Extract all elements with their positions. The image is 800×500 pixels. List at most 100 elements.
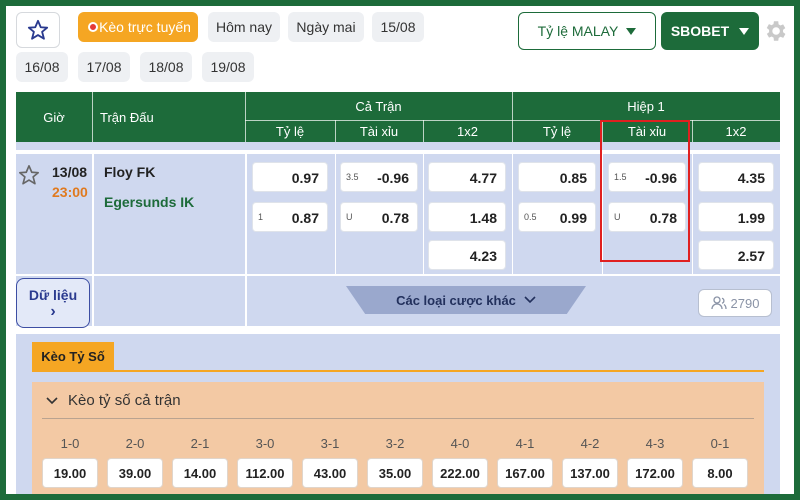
home-team[interactable]: Floy FK [104,164,155,180]
score-odds-button[interactable]: 222.00 [432,458,488,488]
chevron-right-icon: › [50,303,56,320]
score-odds-button[interactable]: 14.00 [172,458,228,488]
more-bets-label: Các loại cược khác [396,292,516,308]
divider [335,120,336,142]
odds-cell[interactable]: 1.99 [698,202,774,232]
score-label: 3-2 [385,436,405,451]
score-odds-button[interactable]: 43.00 [302,458,358,488]
live-dot-icon [88,22,98,32]
app-frame: Kèo trực tuyến Hôm nay Ngày mai 15/08 16… [6,6,794,494]
odds-cell[interactable]: 4.77 [428,162,506,192]
odds-cell[interactable]: 0.5 0.99 [518,202,596,232]
favorite-match-star-icon[interactable] [18,164,40,186]
date-tab-label: 15/08 [380,19,416,35]
date-tab-1908[interactable]: 19/08 [202,52,254,82]
bookmaker-label: SBOBET [670,23,730,39]
odds-line: 1 [258,212,264,222]
match-data-button[interactable]: Dữ liệu › [16,278,90,328]
bookmaker-dropdown[interactable]: SBOBET [661,12,759,50]
odds-line: 0.5 [524,212,537,222]
col-match-header: Trận Đấu [100,109,154,125]
score-label: 4-3 [645,436,665,451]
bettors-count: 2790 [730,295,760,311]
score-label: 3-1 [320,436,340,451]
odds-line: U [346,212,353,222]
more-bets-toggle[interactable]: Các loại cược khác [346,286,586,314]
odds-format-dropdown[interactable]: Tỷ lệ MALAY [518,12,656,50]
odds-value: 2.57 [737,248,765,264]
divider [245,150,247,328]
date-tab-label: 19/08 [210,59,246,75]
users-icon [710,296,727,310]
divider [335,154,336,274]
date-tab-1808[interactable]: 18/08 [140,52,192,82]
divider [245,120,780,121]
odds-line: 3.5 [346,172,359,182]
score-odds-button[interactable]: 137.00 [562,458,618,488]
odds-cell[interactable]: 0.85 [518,162,596,192]
divider [92,150,94,328]
divider [512,154,513,274]
col-1x2-header: 1x2 [457,123,478,139]
date-tab-1708[interactable]: 17/08 [78,52,130,82]
score-odds-button[interactable]: 35.00 [367,458,423,488]
star-icon [27,19,49,40]
odds-cell[interactable]: 3.5 -0.96 [340,162,418,192]
chevron-down-icon [524,296,536,304]
correct-score-panel: Kèo tỷ số cả trận 1-0 2-0 2-1 3-0 3-1 3-… [32,382,764,494]
group-first-half-header: Hiệp 1 [627,98,665,114]
score-odds-button[interactable]: 8.00 [692,458,748,488]
date-tab-1508[interactable]: 15/08 [372,12,424,42]
score-odds-button[interactable]: 172.00 [627,458,683,488]
correct-score-panel-header[interactable]: Kèo tỷ số cả trận [46,392,181,409]
odds-value: -0.96 [377,170,409,186]
gear-icon[interactable] [762,18,788,44]
group-full-match-header: Cả Trận [355,98,402,114]
odds-cell[interactable]: 0.97 [252,162,328,192]
date-tab-label: 18/08 [148,59,184,75]
odds-cell[interactable]: 2.57 [698,240,774,270]
score-odds-button[interactable]: 19.00 [42,458,98,488]
caret-down-icon [626,27,637,35]
divider [692,154,693,274]
score-label: 1-0 [60,436,80,451]
score-odds-button[interactable]: 112.00 [237,458,293,488]
date-tab-today[interactable]: Hôm nay [208,12,280,42]
tab-correct-score[interactable]: Kèo Tỷ Số [32,342,114,370]
odds-value: 0.99 [559,210,587,226]
date-tab-label: Ngày mai [296,19,356,35]
divider [423,154,424,274]
score-label: 2-0 [125,436,145,451]
odds-cell[interactable]: 4.23 [428,240,506,270]
score-odds-button[interactable]: 39.00 [107,458,163,488]
odds-cell[interactable]: 4.35 [698,162,774,192]
date-tab-label: Hôm nay [215,19,273,35]
row-divider [16,274,780,276]
correct-score-section: Kèo Tỷ Số Kèo tỷ số cả trận 1-0 2-0 2-1 … [16,334,780,494]
col-overunder-header: Tài xỉu [359,123,399,139]
favorite-button[interactable] [16,12,60,48]
odds-cell[interactable]: U 0.78 [340,202,418,232]
date-tab-1608[interactable]: 16/08 [16,52,68,82]
col-half-handicap-header: Tỷ lệ [542,123,572,139]
bettors-count-button[interactable]: 2790 [698,289,772,317]
chevron-down-icon [46,396,58,404]
odds-value: 0.87 [291,210,319,226]
date-tab-label: 17/08 [86,59,122,75]
score-odds-button[interactable]: 167.00 [497,458,553,488]
tab-underline [32,370,764,372]
odds-cell[interactable]: 1.48 [428,202,506,232]
date-tab-tomorrow[interactable]: Ngày mai [288,12,364,42]
panel-title: Kèo tỷ số cả trận [68,392,181,409]
odds-cell[interactable]: 1 0.87 [252,202,328,232]
match-date: 13/08 [52,164,88,180]
away-team[interactable]: Egersunds IK [104,194,194,210]
score-label: 4-0 [450,436,470,451]
date-tab-label: 16/08 [24,59,60,75]
divider [245,92,246,142]
odds-value: 1.99 [737,210,765,226]
live-odds-tab[interactable]: Kèo trực tuyến [78,12,198,42]
col-half-1x2-header: 1x2 [725,123,747,139]
col-time-header: Giờ [43,109,65,125]
odds-value: 4.77 [469,170,497,186]
